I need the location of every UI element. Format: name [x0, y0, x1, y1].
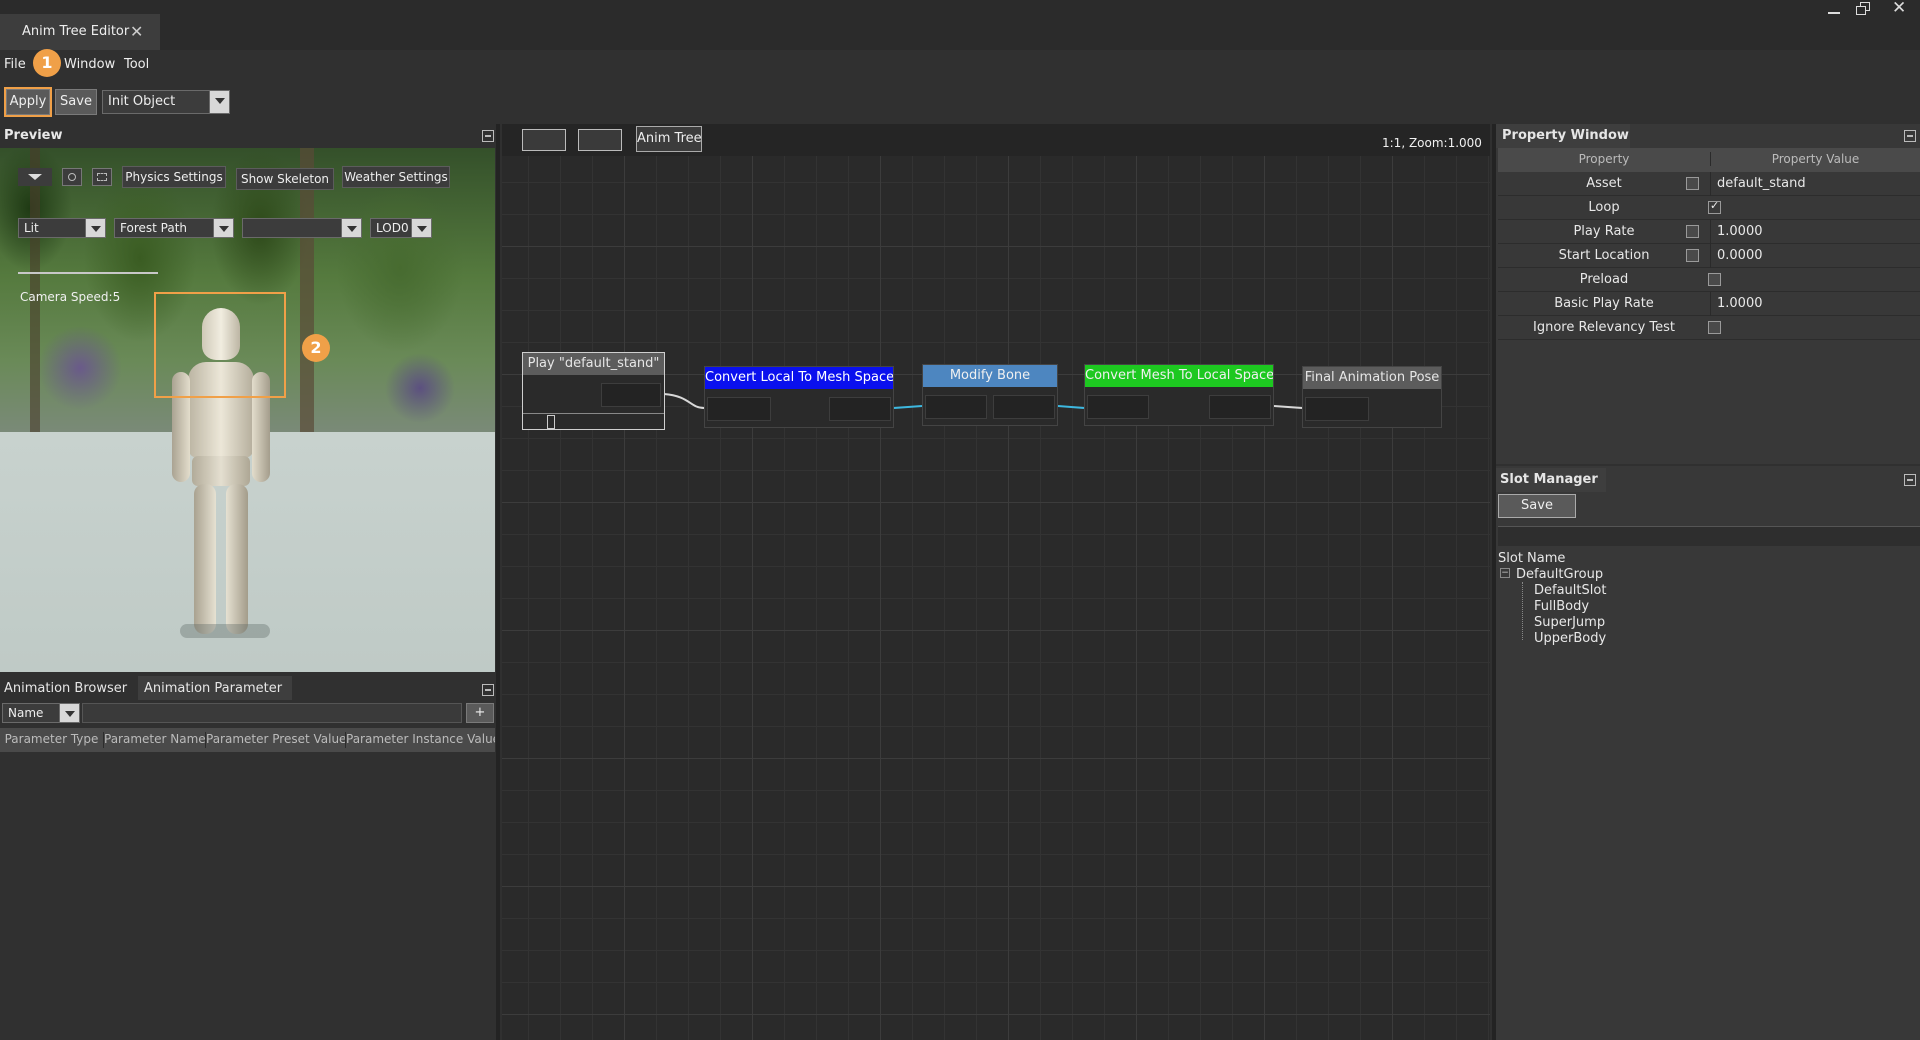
node-output-slot[interactable] — [1209, 395, 1271, 419]
node-final-animation-pose-title: Final Animation Pose — [1303, 367, 1441, 389]
preload-checkbox[interactable] — [1708, 273, 1721, 286]
property-row-asset: Asset default_stand — [1498, 172, 1920, 196]
connection-mesh-to-final — [1273, 405, 1303, 409]
property-label: Play Rate — [1573, 224, 1635, 239]
property-label: Start Location — [1558, 248, 1650, 263]
property-checkbox[interactable] — [1686, 249, 1699, 262]
node-convert-mesh-to-local-title: Convert Mesh To Local Space — [1085, 365, 1273, 387]
property-table-header: Property Property Value — [1498, 148, 1920, 172]
node-play-title: Play "default_stand" — [523, 353, 664, 375]
slot-group-defaultgroup[interactable]: DefaultGroup — [1516, 567, 1603, 582]
property-label: Basic Play Rate — [1554, 296, 1654, 311]
property-value-field[interactable]: 0.0000 — [1710, 244, 1763, 268]
property-row-ignore-relevancy-test: Ignore Relevancy Test — [1498, 316, 1920, 340]
property-row-start-location: Start Location 0.0000 — [1498, 244, 1920, 268]
property-label: Ignore Relevancy Test — [1533, 320, 1675, 335]
property-row-preload: Preload — [1498, 268, 1920, 292]
node-convert-local-to-mesh[interactable]: Convert Local To Mesh Space — [704, 366, 894, 428]
slot-item-fullbody[interactable]: FullBody — [1534, 599, 1589, 614]
node-play-default-stand[interactable]: Play "default_stand" — [522, 352, 665, 430]
property-window-tab[interactable]: Property Window — [1496, 124, 1630, 148]
slot-item-superjump[interactable]: SuperJump — [1534, 615, 1605, 630]
property-row-loop: Loop ✓ — [1498, 196, 1920, 220]
column-property-value[interactable]: Property Value — [1710, 152, 1920, 166]
property-value-field[interactable]: 1.0000 — [1710, 292, 1763, 316]
property-value-field[interactable]: default_stand — [1710, 172, 1806, 196]
property-label: Loop — [1588, 200, 1620, 215]
slot-item-defaultslot[interactable]: DefaultSlot — [1534, 583, 1606, 598]
node-progress-track — [523, 413, 664, 429]
slot-manager-search-input[interactable] — [1498, 526, 1920, 546]
tree-guide-line — [1522, 582, 1523, 640]
node-input-slot[interactable] — [1305, 397, 1369, 421]
property-checkbox[interactable] — [1686, 225, 1699, 238]
node-input-slot[interactable] — [925, 395, 987, 419]
connection-play-to-local — [663, 393, 705, 409]
pin-icon[interactable] — [1904, 474, 1916, 486]
ignore-relevancy-checkbox[interactable] — [1708, 321, 1721, 334]
node-output-slot[interactable] — [993, 395, 1055, 419]
column-property[interactable]: Property — [1498, 152, 1710, 166]
pin-icon[interactable] — [1904, 130, 1916, 142]
node-modify-bone-title: Modify Bone — [923, 365, 1057, 387]
property-checkbox[interactable] — [1686, 177, 1699, 190]
anim-tree-editor-window: Anim Tree Editor ✕ ✕ File Window Tool 1 … — [0, 0, 1920, 1040]
slot-manager-tab[interactable]: Slot Manager — [1496, 468, 1606, 492]
property-row-play-rate: Play Rate 1.0000 — [1498, 220, 1920, 244]
node-convert-mesh-to-local[interactable]: Convert Mesh To Local Space — [1084, 364, 1274, 426]
collapse-icon[interactable]: − — [1500, 568, 1510, 578]
property-value-field[interactable]: 1.0000 — [1710, 220, 1763, 244]
slot-manager-save-button[interactable]: Save — [1498, 494, 1576, 518]
checkmark-icon: ✓ — [1710, 199, 1720, 212]
loop-checkbox[interactable]: ✓ — [1708, 199, 1721, 214]
node-progress-handle[interactable] — [547, 415, 555, 429]
property-row-basic-play-rate: Basic Play Rate 1.0000 — [1498, 292, 1920, 316]
node-convert-local-to-mesh-title: Convert Local To Mesh Space — [705, 367, 893, 389]
node-modify-bone[interactable]: Modify Bone — [922, 364, 1058, 426]
node-final-animation-pose[interactable]: Final Animation Pose — [1302, 366, 1442, 428]
node-input-slot[interactable] — [707, 397, 771, 421]
node-input-slot[interactable] — [1087, 395, 1149, 419]
node-output-slot[interactable] — [829, 397, 891, 421]
property-label: Asset — [1586, 176, 1622, 191]
connection-modify-to-mesh — [1057, 405, 1085, 409]
slot-name-label: Slot Name — [1498, 551, 1566, 566]
connection-local-to-modify — [893, 405, 923, 409]
node-output-slot[interactable] — [601, 383, 661, 407]
property-label: Preload — [1579, 272, 1629, 287]
slot-item-upperbody[interactable]: UpperBody — [1534, 631, 1606, 646]
